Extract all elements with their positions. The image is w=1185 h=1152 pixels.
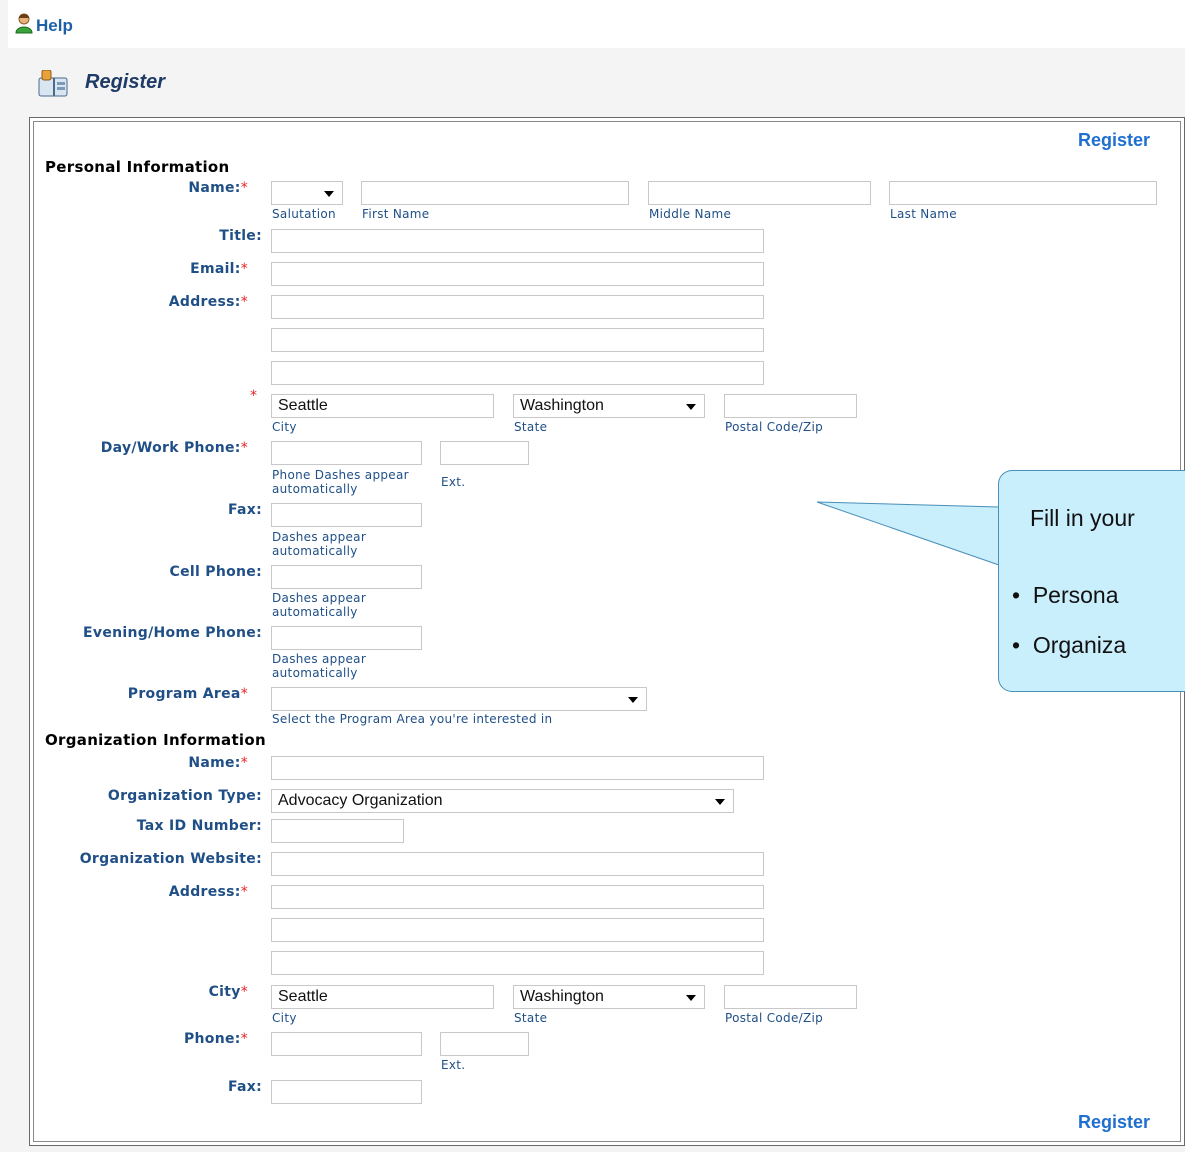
name-label: Name:* [188,180,248,196]
postal-code-input[interactable] [724,394,857,418]
fax-hint-1: Dashes appear [272,530,367,544]
org-type-label: Organization Type: [107,788,262,804]
first-name-hint: First Name [362,207,430,221]
ext-hint: Ext. [441,475,466,489]
tax-id-input[interactable] [271,819,404,843]
org-state-hint: State [514,1011,548,1025]
org-website-input[interactable] [271,852,764,876]
register-top-button[interactable]: Register [1078,130,1150,151]
day-phone-input[interactable] [271,441,422,465]
page-header [8,48,1185,118]
email-input[interactable] [271,262,764,286]
middle-name-hint: Middle Name [649,207,732,221]
city-required-star: * [250,388,257,404]
middle-name-input[interactable] [648,181,871,205]
page-title: Register [85,71,166,93]
evening-phone-input[interactable] [271,626,422,650]
org-address-line-1-input[interactable] [271,885,764,909]
book-icon [38,70,68,97]
chevron-down-icon [628,697,638,703]
city-hint: City [272,420,297,434]
org-fax-input[interactable] [271,1080,422,1104]
org-state-select[interactable]: Washington [513,985,705,1009]
program-area-hint: Select the Program Area you're intereste… [272,712,553,726]
org-address-line-3-input[interactable] [271,951,764,975]
title-label: Title: [219,228,262,244]
org-address-line-2-input[interactable] [271,918,764,942]
chevron-down-icon [686,995,696,1001]
callout-bullet-1: • Persona [1012,582,1119,608]
day-phone-hint-1: Phone Dashes appear [272,468,409,482]
last-name-input[interactable] [889,181,1157,205]
callout-bullet-2: • Organiza [1012,632,1127,658]
org-city-label: City* [208,984,248,1000]
section-personal-information: Personal Information [45,158,230,176]
program-area-select[interactable] [271,687,647,711]
address-label: Address:* [168,294,248,310]
state-select[interactable]: Washington [513,394,705,418]
evening-phone-label: Evening/Home Phone: [83,625,262,641]
org-city-input[interactable] [271,985,494,1009]
org-fax-label: Fax: [227,1079,262,1095]
program-area-label: Program Area* [127,686,248,702]
cell-hint-1: Dashes appear [272,591,367,605]
cell-phone-input[interactable] [271,565,422,589]
org-type-select[interactable]: Advocacy Organization [271,789,734,813]
callout-pointer [816,501,1001,566]
state-hint: State [514,420,548,434]
org-name-label: Name:* [188,755,248,771]
org-ext-hint: Ext. [441,1058,466,1072]
chevron-down-icon [686,404,696,410]
org-postal-code-input[interactable] [724,985,857,1009]
help-person-icon [15,13,33,34]
evening-hint-1: Dashes appear [272,652,367,666]
salutation-select[interactable] [271,181,343,205]
org-phone-ext-input[interactable] [440,1032,529,1056]
cell-phone-label: Cell Phone: [169,564,262,580]
org-address-label: Address:* [168,884,248,900]
salutation-hint: Salutation [272,207,336,221]
address-line-2-input[interactable] [271,328,764,352]
cell-hint-2: automatically [272,605,358,619]
top-bar: Help [8,0,1185,49]
register-bottom-button[interactable]: Register [1078,1112,1150,1133]
postal-code-hint: Postal Code/Zip [725,420,824,434]
fax-label: Fax: [227,502,262,518]
chevron-down-icon [715,799,725,805]
day-phone-ext-input[interactable] [440,441,529,465]
first-name-input[interactable] [361,181,629,205]
fax-hint-2: automatically [272,544,358,558]
title-input[interactable] [271,229,764,253]
org-city-hint: City [272,1011,297,1025]
last-name-hint: Last Name [890,207,957,221]
evening-hint-2: automatically [272,666,358,680]
org-phone-input[interactable] [271,1032,422,1056]
callout-text: Fill in your [1030,505,1135,531]
org-website-label: Organization Website: [79,851,262,867]
org-postal-code-hint: Postal Code/Zip [725,1011,824,1025]
tax-id-label: Tax ID Number: [136,818,262,834]
help-link[interactable]: Help [36,16,73,36]
day-phone-label: Day/Work Phone:* [100,440,248,456]
org-name-input[interactable] [271,756,764,780]
address-line-3-input[interactable] [271,361,764,385]
org-phone-label: Phone:* [183,1031,248,1047]
address-line-1-input[interactable] [271,295,764,319]
chevron-down-icon [324,191,334,197]
day-phone-hint-2: automatically [272,482,358,496]
city-input[interactable] [271,394,494,418]
fax-input[interactable] [271,503,422,527]
email-label: Email:* [190,261,248,277]
section-organization-information: Organization Information [45,731,266,749]
